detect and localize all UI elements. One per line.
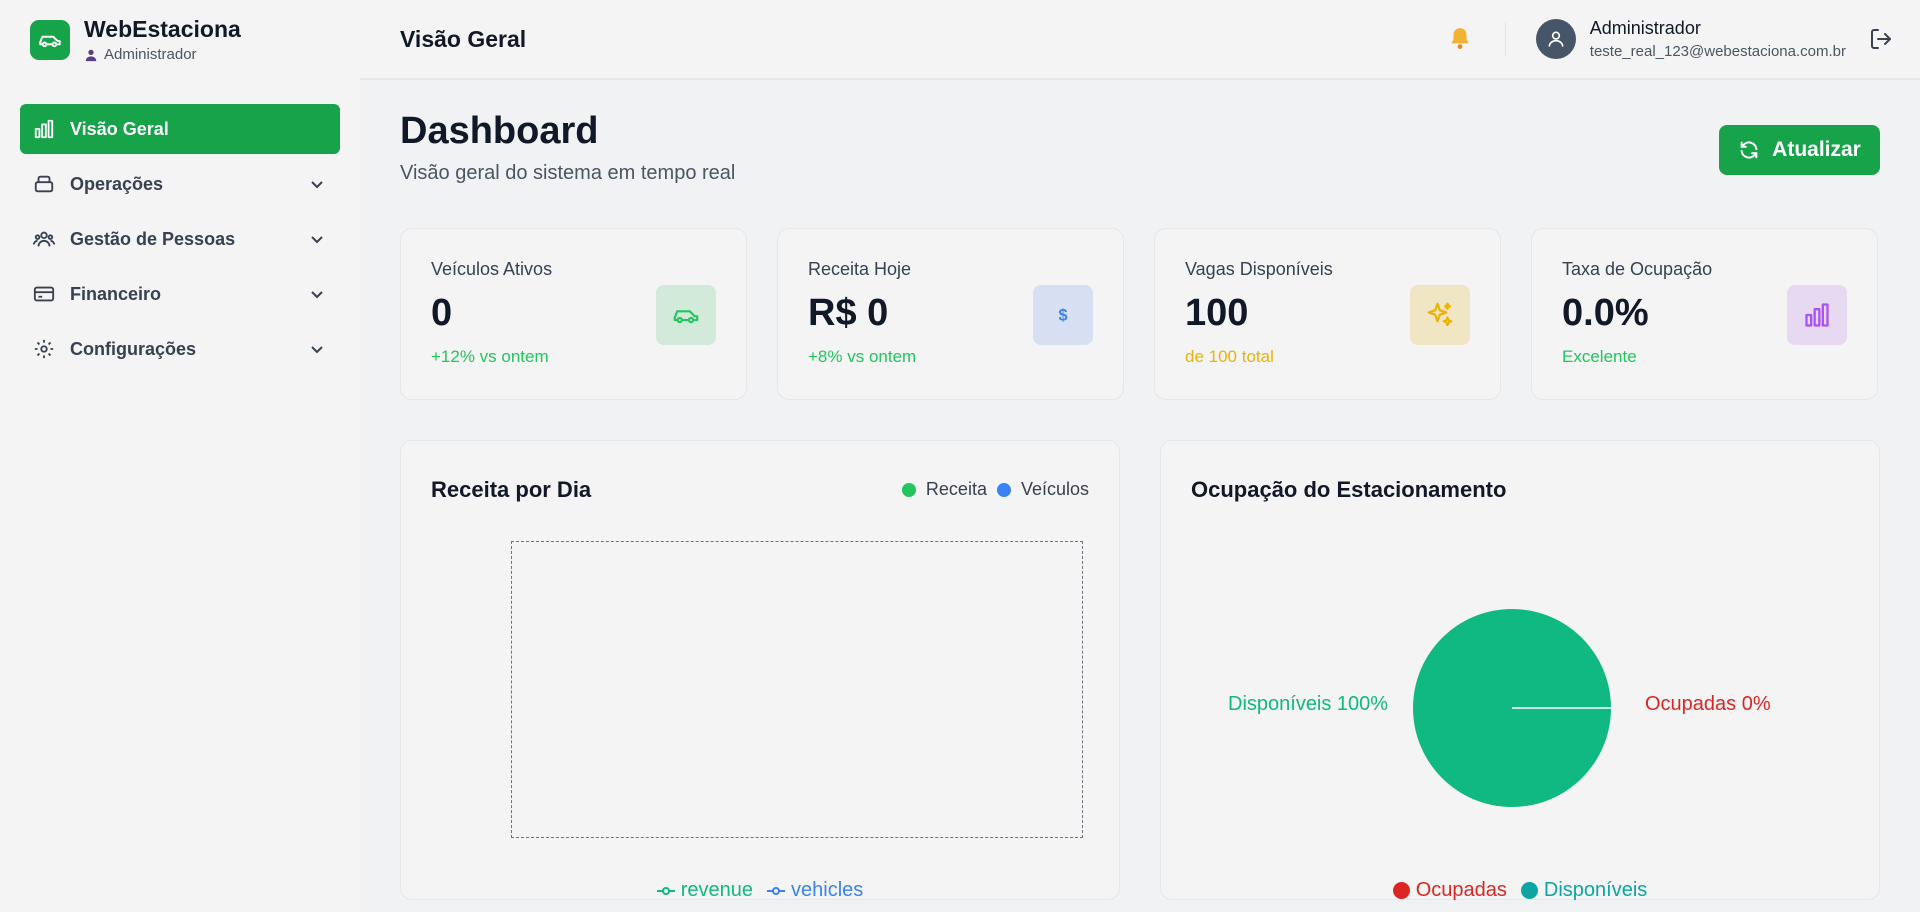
chevron-down-icon[interactable] xyxy=(308,230,326,248)
charts-row: Receita por Dia Receita Veículos revenue… xyxy=(400,440,1880,902)
user-email: teste_real_123@webestaciona.com.br xyxy=(1589,43,1846,60)
legend-dot-ocupadas xyxy=(1392,882,1410,899)
gear-icon xyxy=(32,337,56,361)
page-subtitle: Visão geral do sistema em tempo real xyxy=(400,162,736,184)
bar-chart-icon xyxy=(32,117,56,141)
legend-dot-receita xyxy=(901,482,916,497)
line-marker-icon xyxy=(656,886,675,895)
header-divider xyxy=(1504,22,1506,56)
stat-note: +8% vs ontem xyxy=(808,347,917,366)
stat-icon-box: $ xyxy=(1033,285,1093,345)
page-header: Dashboard Visão geral do sistema em temp… xyxy=(400,80,1880,228)
sidebar-item-label: Gestão de Pessoas xyxy=(70,228,236,249)
sidebar-nav: Visão Geral Operações Gestão de Pessoas xyxy=(0,80,360,374)
top-bar: Visão Geral Administrador teste_real_123… xyxy=(360,0,1920,80)
header-title: Visão Geral xyxy=(400,25,527,52)
series-legend-revenue[interactable]: revenue xyxy=(656,879,753,902)
car-stack-icon xyxy=(32,172,56,196)
legend-dot-disponiveis xyxy=(1520,882,1538,899)
legend-label-veiculos: Veículos xyxy=(1020,479,1089,499)
stat-card-taxa-de-ocupacao: Taxa de Ocupação 0.0% Excelente xyxy=(1531,228,1878,400)
occupancy-chart-title: Ocupação do Estacionamento xyxy=(1191,477,1507,502)
avatar[interactable] xyxy=(1535,19,1576,59)
pie-label-ocupadas: Ocupadas 0% xyxy=(1645,693,1771,715)
logout-icon[interactable] xyxy=(1866,24,1896,54)
stat-card-veiculos-ativos: Veículos Ativos 0 +12% vs ontem xyxy=(400,228,747,400)
credit-card-icon xyxy=(32,282,56,306)
stat-card-vagas-disponiveis: Vagas Disponíveis 100 de 100 total xyxy=(1154,228,1501,400)
occupancy-chart-card: Ocupação do Estacionamento Disponíveis 1… xyxy=(1160,440,1880,902)
chevron-down-icon[interactable] xyxy=(308,340,326,358)
stat-label: Receita Hoje xyxy=(808,259,912,279)
pie-label-disponiveis: Disponíveis 100% xyxy=(1228,693,1389,715)
brand: WebEstaciona Administrador xyxy=(0,0,360,80)
refresh-icon xyxy=(1740,141,1758,159)
car-icon xyxy=(39,35,61,48)
sidebar-item-label: Financeiro xyxy=(70,283,162,304)
user-name: Administrador xyxy=(1589,18,1701,38)
brand-role-label: Administrador xyxy=(104,46,197,64)
bell-icon[interactable] xyxy=(1445,24,1475,54)
stat-icon-box xyxy=(656,285,716,345)
occupancy-chart-legend[interactable]: Ocupadas Disponíveis xyxy=(1161,879,1879,902)
pie-legend-ocupadas[interactable]: Ocupadas xyxy=(1392,879,1507,902)
sidebar-item-visao-geral[interactable]: Visão Geral xyxy=(20,104,340,154)
revenue-chart-title: Receita por Dia xyxy=(431,477,592,502)
revenue-chart-legend: Receita Veículos xyxy=(901,479,1089,500)
main-content: Dashboard Visão geral do sistema em temp… xyxy=(400,80,1880,902)
sidebar-item-configuracoes[interactable]: Configurações xyxy=(20,324,340,374)
series-legend-label: revenue xyxy=(680,879,753,901)
refresh-button[interactable]: Atualizar xyxy=(1719,125,1880,175)
legend-dot-veiculos xyxy=(996,482,1011,497)
revenue-chart-series-legend[interactable]: revenue vehicles xyxy=(401,879,1119,902)
user-menu[interactable]: Administrador teste_real_123@webestacion… xyxy=(1535,18,1846,60)
stat-icon-box xyxy=(1410,285,1470,345)
sidebar-item-label: Operações xyxy=(70,173,164,194)
stats-row: Veículos Ativos 0 +12% vs ontem Receita … xyxy=(400,228,1880,400)
stat-icon-box xyxy=(1787,285,1847,345)
pie-legend-label: Disponíveis xyxy=(1543,879,1648,901)
brand-logo[interactable] xyxy=(30,20,70,60)
sidebar-item-financeiro[interactable]: Financeiro xyxy=(20,269,340,319)
user-role-icon xyxy=(85,49,97,61)
pie-legend-label: Ocupadas xyxy=(1415,879,1507,901)
stat-note: Excelente xyxy=(1562,347,1637,366)
series-legend-label: vehicles xyxy=(791,879,864,901)
revenue-plot-area xyxy=(511,541,1083,838)
sidebar-item-gestao-de-pessoas[interactable]: Gestão de Pessoas xyxy=(20,214,340,264)
stat-label: Veículos Ativos xyxy=(431,259,553,279)
brand-role: Administrador xyxy=(84,46,241,63)
sparkle-icon xyxy=(1427,302,1453,327)
pie-legend-disponiveis[interactable]: Disponíveis xyxy=(1520,879,1648,902)
chevron-down-icon[interactable] xyxy=(308,285,326,303)
stat-label: Taxa de Ocupação xyxy=(1562,259,1713,279)
sidebar-item-label: Configurações xyxy=(70,338,197,359)
stat-note: de 100 total xyxy=(1185,347,1274,366)
sidebar: WebEstaciona Administrador Visão Geral O… xyxy=(0,0,360,912)
sidebar-item-operacoes[interactable]: Operações xyxy=(20,159,340,209)
chevron-down-icon[interactable] xyxy=(308,175,326,193)
dollar-icon: $ xyxy=(1058,306,1067,324)
refresh-button-label: Atualizar xyxy=(1772,138,1861,161)
car-icon xyxy=(673,310,699,324)
stat-label: Vagas Disponíveis xyxy=(1185,259,1333,279)
brand-name: WebEstaciona xyxy=(84,15,241,42)
stat-note: +12% vs ontem xyxy=(431,347,549,366)
revenue-chart-card: Receita por Dia Receita Veículos revenue… xyxy=(400,440,1120,902)
legend-label-receita: Receita xyxy=(925,479,987,499)
svg-text:$: $ xyxy=(1058,306,1067,324)
chart-bars-icon xyxy=(1805,303,1829,327)
occupancy-pie-chart xyxy=(1413,609,1611,807)
line-marker-icon xyxy=(767,886,785,895)
users-icon xyxy=(32,227,56,251)
series-legend-vehicles[interactable]: vehicles xyxy=(767,879,863,902)
sidebar-item-label: Visão Geral xyxy=(70,118,169,139)
page-title: Dashboard xyxy=(400,110,599,152)
stat-card-receita-hoje: Receita Hoje R$ 0 +8% vs ontem $ xyxy=(777,228,1124,400)
